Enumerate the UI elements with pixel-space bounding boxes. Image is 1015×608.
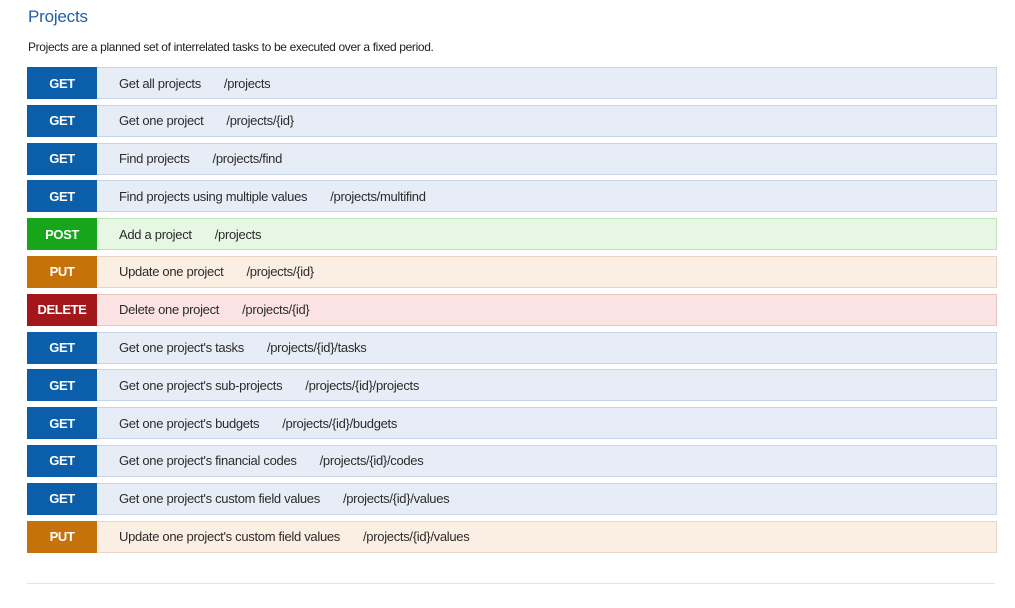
endpoint-summary: Get one project's custom field values /p…: [97, 484, 450, 514]
endpoint-path: /projects/{id}/values: [342, 491, 450, 507]
endpoint-description: Update one project's custom field values: [119, 529, 340, 545]
endpoint-summary: Add a project /projects: [97, 219, 261, 249]
endpoint-summary: Update one project /projects/{id}: [97, 257, 314, 287]
divider: [27, 583, 995, 584]
endpoint-path: /projects/{id}/codes: [319, 453, 424, 469]
endpoint-row[interactable]: GET Get one project's custom field value…: [27, 482, 997, 515]
method-badge: POST: [27, 218, 97, 251]
endpoint-row[interactable]: GET Find projects /projects/find: [27, 142, 997, 175]
endpoint-row[interactable]: GET Get one project's financial codes /p…: [27, 444, 997, 477]
endpoint-summary: Get one project /projects/{id}: [97, 106, 294, 136]
endpoint-list: GET Get all projects /projects GET Get o…: [27, 67, 997, 558]
endpoint-description: Get one project: [119, 113, 204, 129]
endpoint-description: Get one project's financial codes: [119, 453, 297, 469]
endpoint-path: /projects/{id}: [246, 264, 314, 280]
endpoint-path: /projects/{id}/tasks: [266, 340, 367, 356]
endpoint-summary: Get all projects /projects: [97, 68, 271, 98]
method-badge: GET: [27, 142, 97, 175]
section-description: Projects are a planned set of interrelat…: [28, 40, 434, 54]
endpoint-path: /projects/{id}/projects: [305, 377, 420, 393]
endpoint-path: /projects/{id}/budgets: [282, 415, 398, 431]
endpoint-description: Find projects: [119, 151, 190, 167]
endpoint-description: Add a project: [119, 226, 192, 242]
endpoint-summary: Get one project's sub-projects /projects…: [97, 370, 419, 400]
method-badge: DELETE: [27, 293, 97, 326]
endpoint-summary: Update one project's custom field values…: [97, 522, 470, 552]
method-badge: PUT: [27, 255, 97, 288]
endpoint-path: /projects/{id}: [242, 302, 310, 318]
endpoint-row[interactable]: GET Get one project's budgets /projects/…: [27, 407, 997, 440]
endpoint-row[interactable]: GET Get all projects /projects: [27, 67, 997, 99]
endpoint-description: Get all projects: [119, 75, 201, 91]
endpoint-description: Get one project's sub-projects: [119, 377, 283, 393]
endpoint-summary: Find projects using multiple values /pro…: [97, 181, 426, 211]
section-title[interactable]: Projects: [28, 7, 88, 27]
method-badge: PUT: [27, 520, 97, 553]
endpoint-description: Find projects using multiple values: [119, 188, 308, 204]
endpoint-summary: Get one project's financial codes /proje…: [97, 446, 424, 476]
endpoint-row[interactable]: GET Get one project's sub-projects /proj…: [27, 369, 997, 402]
method-badge: GET: [27, 444, 97, 477]
endpoint-row[interactable]: GET Get one project /projects/{id}: [27, 104, 997, 137]
method-badge: GET: [27, 67, 97, 99]
endpoint-path: /projects: [223, 75, 271, 91]
endpoint-path: /projects/{id}: [226, 113, 294, 129]
endpoint-row[interactable]: DELETE Delete one project /projects/{id}: [27, 293, 997, 326]
method-badge: GET: [27, 331, 97, 364]
endpoint-path: /projects: [214, 226, 262, 242]
endpoint-summary: Get one project's budgets /projects/{id}…: [97, 408, 397, 438]
endpoint-summary: Find projects /projects/find: [97, 144, 282, 174]
endpoint-description: Update one project: [119, 264, 224, 280]
endpoint-row[interactable]: GET Find projects using multiple values …: [27, 180, 997, 213]
method-badge: GET: [27, 407, 97, 440]
endpoint-row[interactable]: POST Add a project /projects: [27, 218, 997, 251]
endpoint-row[interactable]: GET Get one project's tasks /projects/{i…: [27, 331, 997, 364]
endpoint-path: /projects/{id}/values: [363, 529, 470, 545]
endpoint-description: Get one project's budgets: [119, 415, 260, 431]
endpoint-summary: Delete one project /projects/{id}: [97, 295, 310, 325]
method-badge: GET: [27, 104, 97, 137]
endpoint-path: /projects/multifind: [330, 188, 426, 204]
method-badge: GET: [27, 482, 97, 515]
endpoint-path: /projects/find: [212, 151, 283, 167]
endpoint-row[interactable]: PUT Update one project /projects/{id}: [27, 255, 997, 288]
endpoint-summary: Get one project's tasks /projects/{id}/t…: [97, 333, 367, 363]
method-badge: GET: [27, 369, 97, 402]
endpoint-description: Get one project's tasks: [119, 340, 244, 356]
endpoint-description: Delete one project: [119, 302, 220, 318]
endpoint-row[interactable]: PUT Update one project's custom field va…: [27, 520, 997, 553]
endpoint-description: Get one project's custom field values: [119, 491, 320, 507]
method-badge: GET: [27, 180, 97, 213]
